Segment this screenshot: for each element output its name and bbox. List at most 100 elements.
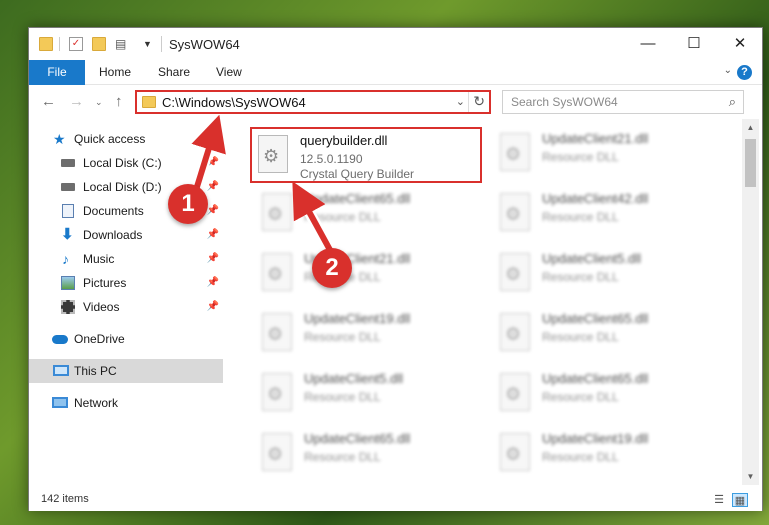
- tab-file[interactable]: File: [29, 60, 85, 85]
- sidebar-item-label: Videos: [83, 300, 120, 314]
- navigation-pane: ★ Quick access Local Disk (C:) 📌 Local D…: [29, 119, 223, 485]
- file-description: Resource DLL: [304, 210, 381, 224]
- title-divider: [59, 37, 60, 51]
- file-tile[interactable]: ⚙ UpdateClient5.dll Resource DLL: [494, 247, 724, 303]
- sidebar-item-label: This PC: [74, 364, 117, 378]
- sidebar-item-label: Downloads: [83, 228, 143, 242]
- sidebar-item-local-disk-c[interactable]: Local Disk (C:) 📌: [29, 151, 223, 175]
- address-separator: [468, 92, 469, 112]
- download-icon: ⬇: [61, 226, 74, 243]
- search-box[interactable]: Search SysWOW64 ⌕: [502, 90, 744, 114]
- sidebar-item-pictures[interactable]: Pictures 📌: [29, 271, 223, 295]
- gear-icon: ⚙: [505, 204, 522, 224]
- scrollbar-thumb[interactable]: [745, 139, 756, 187]
- pin-icon[interactable]: 📌: [207, 151, 219, 175]
- pin-icon[interactable]: 📌: [207, 295, 219, 319]
- close-button[interactable]: ✕: [717, 28, 763, 60]
- address-path[interactable]: C:\Windows\SysWOW64: [162, 95, 306, 110]
- sidebar-item-quick-access[interactable]: ★ Quick access: [29, 127, 223, 151]
- refresh-icon[interactable]: ↻: [473, 93, 485, 110]
- pin-icon[interactable]: 📌: [207, 199, 219, 223]
- file-tile[interactable]: ⚙ UpdateClient21.dll Resource DLL: [256, 247, 486, 303]
- file-name: UpdateClient5.dll: [542, 251, 642, 266]
- tab-view[interactable]: View: [216, 60, 242, 85]
- title-separator: [161, 36, 162, 52]
- navigation-bar: ← → ⌄ ↑ C:\Windows\SysWOW64 ⌄ ↻ Search S…: [29, 85, 762, 119]
- dll-file-icon: ⚙: [262, 253, 292, 291]
- search-input[interactable]: Search SysWOW64: [511, 95, 618, 109]
- sidebar-item-network[interactable]: Network: [29, 391, 223, 415]
- dll-file-icon: ⚙: [262, 373, 292, 411]
- file-tile[interactable]: ⚙ UpdateClient65.dll Resource DLL: [256, 187, 486, 243]
- computer-icon: [53, 365, 69, 376]
- file-description: Resource DLL: [542, 390, 619, 404]
- address-dropdown-icon[interactable]: ⌄: [456, 95, 465, 108]
- sidebar-item-label: Network: [74, 396, 119, 410]
- file-tile[interactable]: ⚙ UpdateClient21.dll Resource DLL: [494, 127, 724, 183]
- gear-icon: ⚙: [267, 324, 284, 344]
- address-bar[interactable]: C:\Windows\SysWOW64 ⌄ ↻: [135, 90, 491, 114]
- file-tile[interactable]: ⚙ UpdateClient65.dll Resource DLL: [494, 367, 724, 423]
- file-tile[interactable]: ⚙ UpdateClient65.dll Resource DLL: [256, 427, 486, 483]
- step-badge-2: 2: [312, 248, 352, 288]
- dll-file-icon: ⚙: [262, 433, 292, 471]
- file-description: Resource DLL: [542, 150, 619, 164]
- sidebar-item-downloads[interactable]: ⬇ Downloads 📌: [29, 223, 223, 247]
- file-name: UpdateClient65.dll: [304, 191, 411, 206]
- tab-share[interactable]: Share: [158, 60, 190, 85]
- dll-file-icon: ⚙: [262, 193, 292, 231]
- scroll-down-icon[interactable]: ▼: [742, 468, 759, 485]
- file-name: UpdateClient65.dll: [542, 371, 649, 386]
- dll-file-icon: ⚙: [500, 313, 530, 351]
- file-tile[interactable]: ⚙ UpdateClient42.dll Resource DLL: [494, 187, 724, 243]
- recent-locations-icon[interactable]: ⌄: [95, 97, 103, 108]
- sidebar-item-videos[interactable]: Videos 📌: [29, 295, 223, 319]
- sidebar-item-onedrive[interactable]: OneDrive: [29, 327, 223, 351]
- sidebar-item-label: Music: [83, 252, 115, 266]
- help-icon[interactable]: ?: [737, 65, 752, 80]
- explorer-window: ✓ ▤ ▼ SysWOW64 — ☐ ✕ File Home Share Vie…: [28, 27, 763, 511]
- up-arrow-icon[interactable]: ↑: [115, 93, 123, 110]
- title-bar: ✓ ▤ ▼ SysWOW64 — ☐ ✕: [29, 28, 762, 60]
- dll-file-icon: ⚙: [500, 133, 530, 171]
- sidebar-item-this-pc[interactable]: This PC: [29, 359, 223, 383]
- file-tile[interactable]: ⚙ UpdateClient5.dll Resource DLL: [256, 367, 486, 423]
- gear-icon: ⚙: [267, 384, 284, 404]
- sidebar-item-music[interactable]: ♪ Music 📌: [29, 247, 223, 271]
- maximize-button[interactable]: ☐: [671, 28, 717, 60]
- gear-icon: ⚙: [267, 444, 284, 464]
- file-list: ⚙ querybuilder.dll 12.5.0.1190 Crystal Q…: [237, 119, 742, 485]
- folder-icon: [39, 37, 53, 51]
- file-tile[interactable]: ⚙ UpdateClient19.dll Resource DLL: [256, 307, 486, 363]
- back-arrow-icon[interactable]: ←: [41, 93, 56, 110]
- file-description: Crystal Query Builder: [300, 167, 415, 181]
- tab-home[interactable]: Home: [99, 60, 131, 85]
- file-description: Resource DLL: [542, 210, 619, 224]
- customize-qat-icon[interactable]: ▤: [115, 37, 129, 51]
- pin-icon[interactable]: 📌: [207, 175, 219, 199]
- tiles-view-icon[interactable]: ▦: [732, 493, 748, 507]
- pin-icon[interactable]: 📌: [207, 247, 219, 271]
- scroll-up-icon[interactable]: ▲: [742, 119, 759, 136]
- gear-icon: ⚙: [263, 146, 280, 166]
- window-title: SysWOW64: [169, 37, 240, 52]
- file-tile-querybuilder[interactable]: ⚙ querybuilder.dll 12.5.0.1190 Crystal Q…: [250, 127, 482, 183]
- file-name: UpdateClient42.dll: [542, 191, 649, 206]
- file-name: UpdateClient19.dll: [542, 431, 649, 446]
- document-icon: [62, 204, 74, 218]
- qat-dropdown-icon[interactable]: ▼: [143, 37, 157, 51]
- expand-ribbon-icon[interactable]: ⌄: [724, 65, 732, 76]
- gear-icon: ⚙: [267, 264, 284, 284]
- new-folder-icon[interactable]: [92, 37, 106, 51]
- details-view-icon[interactable]: ☰: [711, 493, 727, 507]
- minimize-button[interactable]: —: [625, 28, 671, 60]
- file-tile[interactable]: ⚙ UpdateClient19.dll Resource DLL: [494, 427, 724, 483]
- file-tile[interactable]: ⚙ UpdateClient65.dll Resource DLL: [494, 307, 724, 363]
- pin-icon[interactable]: 📌: [207, 271, 219, 295]
- pin-icon[interactable]: 📌: [207, 223, 219, 247]
- vertical-scrollbar[interactable]: ▲ ▼: [742, 119, 759, 485]
- search-icon[interactable]: ⌕: [729, 94, 736, 110]
- dll-file-icon: ⚙: [262, 313, 292, 351]
- forward-arrow-icon[interactable]: →: [69, 93, 84, 110]
- properties-icon[interactable]: ✓: [69, 37, 83, 51]
